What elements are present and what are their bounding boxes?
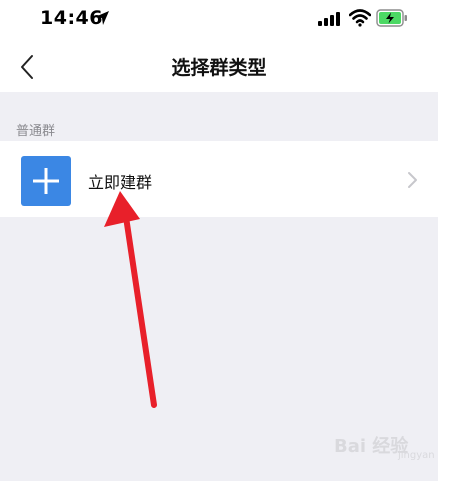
watermark-sub: jingyan bbox=[398, 450, 435, 461]
section-header-normal-group: 普通群 bbox=[16, 124, 56, 139]
create-group-now-item[interactable]: 立即建群 bbox=[0, 141, 438, 217]
baidu-watermark: Bai 经验 jingyan bbox=[334, 426, 435, 466]
navigation-bar: 选择群类型 bbox=[0, 40, 438, 92]
page-title: 选择群类型 bbox=[171, 57, 267, 79]
wifi-icon bbox=[349, 9, 371, 27]
location-arrow-icon bbox=[95, 11, 109, 25]
chevron-right-icon bbox=[408, 172, 417, 188]
annotation-arrow bbox=[104, 191, 157, 408]
cellular-signal-icon bbox=[318, 12, 340, 26]
plus-tile bbox=[21, 156, 71, 206]
battery-charging-icon bbox=[376, 9, 407, 27]
status-bar: 14:46 bbox=[0, 0, 438, 40]
right-margin bbox=[438, 0, 460, 481]
screen: 14:46 选择群类型 普通群 立即建群 Bai 经验 jingyan bbox=[0, 0, 438, 481]
plus-icon bbox=[33, 168, 59, 194]
